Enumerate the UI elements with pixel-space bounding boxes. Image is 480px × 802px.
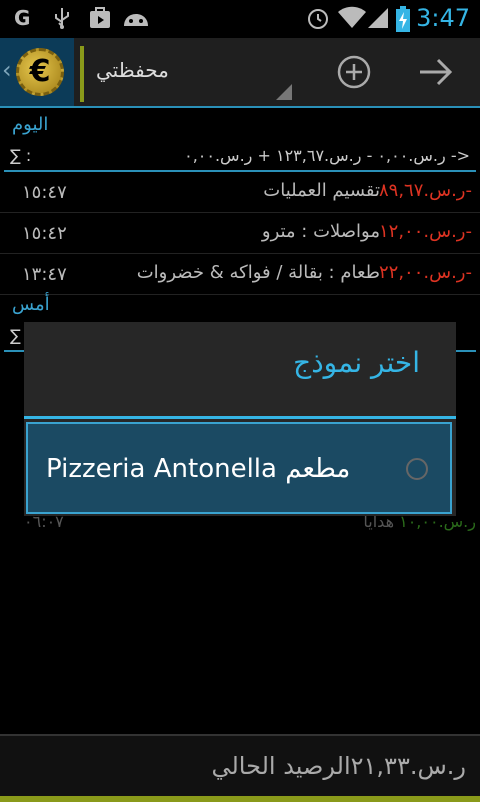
- spinner-indicator-icon: [276, 84, 292, 100]
- arrow-right-icon: [420, 58, 453, 86]
- g-icon: G: [14, 6, 31, 30]
- action-bar: ‹ € محفظتي: [0, 38, 480, 108]
- transaction-time: ١٣:٤٧: [22, 264, 67, 285]
- today-header: اليوم: [12, 114, 49, 135]
- status-time: 3:47: [416, 4, 470, 32]
- alarm-icon: [306, 6, 330, 32]
- transaction-amount: -ر.س.٢٢,٠٠: [378, 262, 472, 283]
- yesterday-sum-symbol: ∑: [10, 326, 21, 345]
- usb-icon: [52, 6, 72, 32]
- signal-icon: [366, 6, 390, 32]
- transaction-description: مواصلات : مترو: [261, 221, 380, 242]
- chevron-left-icon: ‹: [2, 56, 12, 84]
- bottom-color-strip: [0, 796, 480, 802]
- template-option[interactable]: Pizzeria Antonella مطعم: [26, 422, 452, 514]
- battery-charging-icon: [396, 6, 410, 32]
- today-sum-text: <- ر.س.٠,٠٠ - ر.س.١٢٣,٦٧ + ر.س.٠,٠٠: [184, 146, 470, 165]
- wallet-color-indicator: [80, 46, 84, 102]
- transaction-row[interactable]: ١٥:٤٢ مواصلات : مترو -ر.س.١٢,٠٠: [0, 213, 480, 254]
- wallet-selector-label[interactable]: محفظتي: [96, 58, 169, 82]
- dialog-title: اختر نموذج: [293, 346, 420, 379]
- choose-template-dialog: اختر نموذج Pizzeria Antonella مطعم: [24, 322, 456, 516]
- wifi-icon: [338, 6, 366, 32]
- transaction-description: تقسيم العمليات: [263, 180, 380, 201]
- transaction-time: ١٥:٤٢: [22, 223, 67, 244]
- dialog-divider: [24, 416, 456, 419]
- android-icon: [122, 6, 150, 32]
- template-option-label: Pizzeria Antonella مطعم: [46, 454, 351, 484]
- transfer-button[interactable]: [416, 52, 458, 92]
- add-icon: [337, 55, 371, 89]
- transaction-amount: -ر.س.٨٩,٦٧: [378, 180, 472, 201]
- current-balance: ر.س.٢١,٣٣الرصيد الحالي: [211, 752, 466, 780]
- transaction-row[interactable]: ١٥:٤٧ تقسيم العمليات -ر.س.٨٩,٦٧: [0, 172, 480, 213]
- balance-bar: ر.س.٢١,٣٣الرصيد الحالي: [0, 734, 480, 802]
- transaction-row[interactable]: ١٣:٤٧ طعام : بقالة / فواكه & خضروات -ر.س…: [0, 254, 480, 295]
- radio-button-icon[interactable]: [406, 458, 428, 480]
- home-button[interactable]: ‹ €: [0, 38, 74, 106]
- euro-coin-icon: €: [16, 48, 64, 96]
- sum-symbol: ∑ :: [10, 146, 32, 165]
- status-bar: G 3:47: [0, 0, 480, 38]
- transaction-description: طعام : بقالة / فواكه & خضروات: [136, 262, 380, 283]
- transaction-amount: -ر.س.١٢,٠٠: [378, 221, 472, 242]
- transaction-time: ١٥:٤٧: [22, 182, 67, 203]
- add-button[interactable]: [334, 52, 374, 92]
- yesterday-header: أمس: [12, 294, 50, 315]
- play-store-icon: [88, 6, 112, 32]
